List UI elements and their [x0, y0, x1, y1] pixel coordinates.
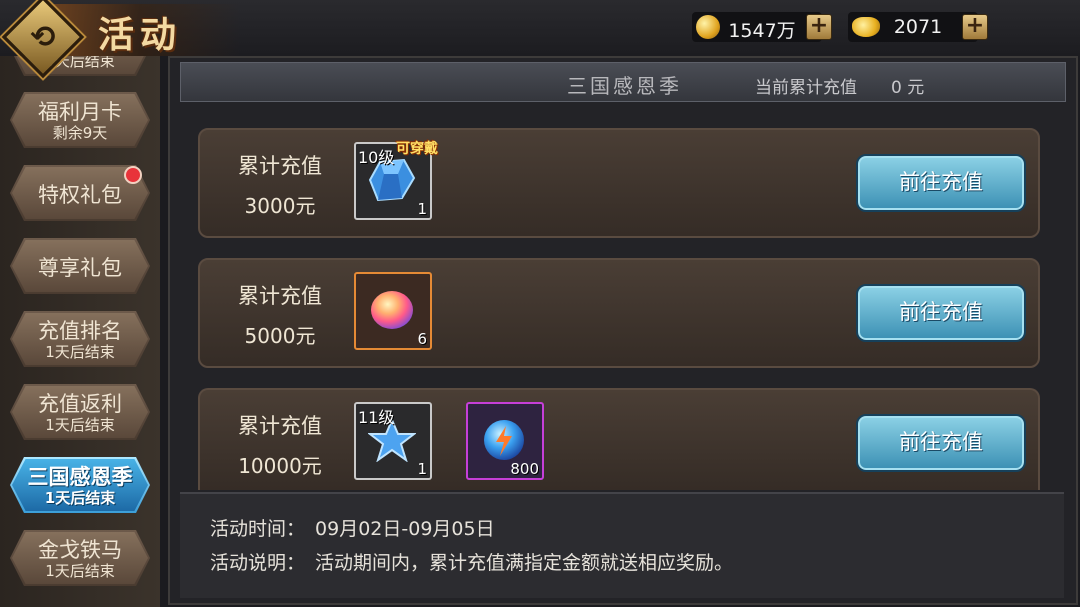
item-count: 1 — [417, 200, 427, 218]
gold-coin-balance: 1547万 + — [692, 12, 832, 42]
sidebar-item-thanksgiving[interactable]: 三国感恩季 1天后结束 — [10, 457, 150, 513]
tier-label: 累计充值 — [238, 284, 322, 308]
goto-recharge-button[interactable]: 前往充值 — [856, 414, 1026, 472]
total-recharge-label: 当前累计充值 — [755, 78, 857, 98]
wearable-tag: 可穿戴 — [396, 141, 438, 157]
tier-label: 累计充值 — [238, 154, 322, 178]
reward-item-slot[interactable]: 10级 可穿戴 1 — [354, 141, 438, 220]
event-description-line: 活动说明： 活动期间内，累计充值满指定金额就送相应奖励。 — [210, 548, 733, 575]
event-description-value: 活动期间内，累计充值满指定金额就送相应奖励。 — [315, 552, 734, 574]
rainbow-gem-icon — [371, 291, 413, 329]
activity-sidebar[interactable]: 1天后结束 福利月卡 剩余9天 特权礼包 尊享礼包 充值排名 1天后结束 充值返… — [0, 56, 160, 607]
item-count: 1 — [417, 460, 427, 478]
event-time-value: 09月02日-09月05日 — [315, 518, 495, 540]
event-name: 三国感恩季 — [567, 74, 682, 98]
ingot-value: 2071 — [893, 16, 943, 38]
gold-coin-icon — [696, 15, 720, 39]
add-ingot-button[interactable]: + — [962, 14, 988, 40]
gold-coin-value: 1547万 — [728, 20, 796, 42]
add-gold-coin-button[interactable]: + — [806, 14, 832, 40]
sidebar-item-monthly-card[interactable]: 福利月卡 剩余9天 — [10, 92, 150, 148]
goto-recharge-button[interactable]: 前往充值 — [856, 284, 1026, 342]
sidebar-item-recharge-rank[interactable]: 充值排名 1天后结束 — [10, 311, 150, 367]
goto-recharge-button[interactable]: 前往充值 — [856, 154, 1026, 212]
top-bar: ⟲ 活动 1547万 + 2071 + — [0, 0, 1080, 79]
sidebar-item-label: 特权礼包 — [38, 183, 122, 207]
item-count: 800 — [510, 460, 539, 478]
back-arrow-icon: ⟲ — [30, 19, 56, 55]
notification-badge — [124, 166, 142, 184]
reward-tier-row: 累计充值 3000元 10级 可穿戴 1 前往充值 — [198, 128, 1040, 238]
event-time-line: 活动时间： 09月02日-09月05日 — [210, 514, 495, 541]
gold-ingot-icon — [852, 17, 880, 37]
sidebar-item-sub: 1天后结束 — [45, 416, 115, 434]
blue-orb-icon — [484, 420, 524, 460]
sidebar-item-sub: 1天后结束 — [45, 343, 115, 361]
total-recharge-value: 0 元 — [891, 78, 925, 98]
tier-label: 累计充值 — [238, 414, 322, 438]
tier-amount: 10000元 — [238, 454, 322, 478]
tier-amount: 5000元 — [244, 324, 316, 348]
item-count: 6 — [417, 330, 427, 348]
tier-amount: 3000元 — [244, 194, 316, 218]
sidebar-item-iron-horse[interactable]: 金戈铁马 1天后结束 — [10, 530, 150, 586]
ingot-balance: 2071 + — [848, 12, 988, 42]
sidebar-item-sub: 1天后结束 — [44, 489, 116, 507]
reward-item-slot[interactable]: 11级 1 — [354, 402, 432, 480]
reward-tier-row: 累计充值 5000元 6 前往充值 — [198, 258, 1040, 368]
reward-item-slot[interactable]: 6 — [354, 272, 432, 350]
event-header: 三国感恩季 当前累计充值 0 元 — [180, 62, 1066, 102]
event-description-label: 活动说明： — [210, 552, 306, 574]
sidebar-item-recharge-rebate[interactable]: 充值返利 1天后结束 — [10, 384, 150, 440]
item-level: 10级 — [358, 148, 395, 167]
reward-item-slot[interactable]: 800 — [466, 402, 544, 480]
event-info-panel: 活动时间： 09月02日-09月05日 活动说明： 活动期间内，累计充值满指定金额就… — [180, 492, 1064, 598]
sidebar-item-sub: 剩余9天 — [52, 124, 108, 142]
sidebar-item-exclusive-pack[interactable]: 尊享礼包 — [10, 238, 150, 294]
event-panel: 三国感恩季 当前累计充值 0 元 累计充值 3000元 10级 可穿戴 1 前往… — [168, 56, 1078, 605]
reward-tier-row: 累计充值 10000元 11级 1 800 前往充值 — [198, 388, 1040, 490]
sidebar-item-label: 尊享礼包 — [38, 256, 122, 280]
event-time-label: 活动时间： — [210, 518, 306, 540]
item-level: 11级 — [358, 408, 395, 427]
page-title: 活动 — [98, 14, 183, 56]
sidebar-item-sub: 1天后结束 — [45, 562, 115, 580]
